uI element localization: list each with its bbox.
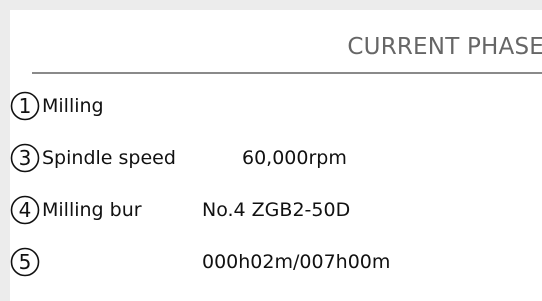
circled-number-3-icon: 3 [10,143,40,173]
spindle-speed-value: 60,000rpm [242,147,347,169]
phase-label: Milling [42,95,104,117]
circled-number-4-icon: 4 [10,195,40,225]
spindle-speed-label: Spindle speed [42,147,176,169]
svg-text:1: 1 [19,94,32,118]
svg-text:5: 5 [19,250,32,274]
phase-row: 1 Milling [10,89,104,123]
section-title: CURRENT PHASE [347,34,542,60]
svg-text:4: 4 [19,198,32,222]
spindle-speed-row: 3 Spindle speed 60,000rpm [10,141,347,175]
milling-bur-label: Milling bur [42,199,142,221]
section-divider [32,72,542,74]
circled-number-5-icon: 5 [10,247,40,277]
elapsed-time-row: 5 000h02m/007h00m [10,245,390,279]
elapsed-time-value: 000h02m/007h00m [202,251,391,273]
circled-number-1-icon: 1 [10,91,40,121]
svg-text:3: 3 [19,146,32,170]
milling-bur-value: No.4 ZGB2-50D [202,199,351,221]
current-phase-panel: CURRENT PHASE 1 Milling 3 Spindle speed … [10,10,542,301]
milling-bur-row: 4 Milling bur No.4 ZGB2-50D [10,193,350,227]
